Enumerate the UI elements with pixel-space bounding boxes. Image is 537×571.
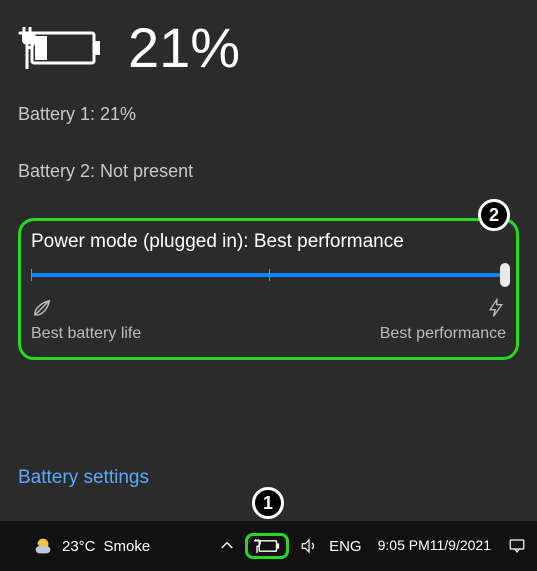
slider-left-end: Best battery life [31,297,141,343]
tray-date: 11/9/2021 [430,538,491,553]
tray-volume-icon[interactable] [299,537,319,555]
taskbar: 23°C Smoke ENG 9:05 PM 11/9/2021 [0,521,537,571]
battery-1-status: Battery 1: 21% [18,104,519,125]
battery-flyout: 21% Battery 1: 21% Battery 2: Not presen… [0,0,537,521]
weather-icon [32,535,54,557]
lightning-icon [486,297,506,319]
tray-battery-icon[interactable] [245,533,289,559]
slider-right-caption: Best performance [380,325,506,343]
tray-chevron-icon[interactable] [219,538,235,554]
battery-2-status: Battery 2: Not present [18,161,519,182]
leaf-icon [31,297,141,319]
weather-condition: Smoke [104,538,151,555]
slider-thumb[interactable] [500,263,510,287]
power-mode-label: Power mode (plugged in): Best performanc… [31,231,506,253]
slider-left-caption: Best battery life [31,325,141,343]
battery-header: 21% [18,20,519,76]
annotation-marker-2: 2 [478,199,510,231]
tray-clock[interactable]: 9:05 PM 11/9/2021 [378,538,491,553]
tray-action-center-icon[interactable] [507,537,527,555]
weather-widget[interactable]: 23°C Smoke [32,535,150,557]
tray-time: 9:05 PM [378,538,430,553]
annotation-marker-1: 1 [252,487,284,519]
battery-settings-link[interactable]: Battery settings [18,467,149,489]
battery-charging-icon [18,27,104,69]
tray-language[interactable]: ENG [329,538,362,555]
power-mode-section: 2 Power mode (plugged in): Best performa… [18,218,519,360]
slider-right-end: Best performance [380,297,506,343]
battery-percent: 21% [128,20,240,76]
power-mode-slider[interactable] [31,273,506,277]
weather-temp: 23°C [62,538,96,555]
